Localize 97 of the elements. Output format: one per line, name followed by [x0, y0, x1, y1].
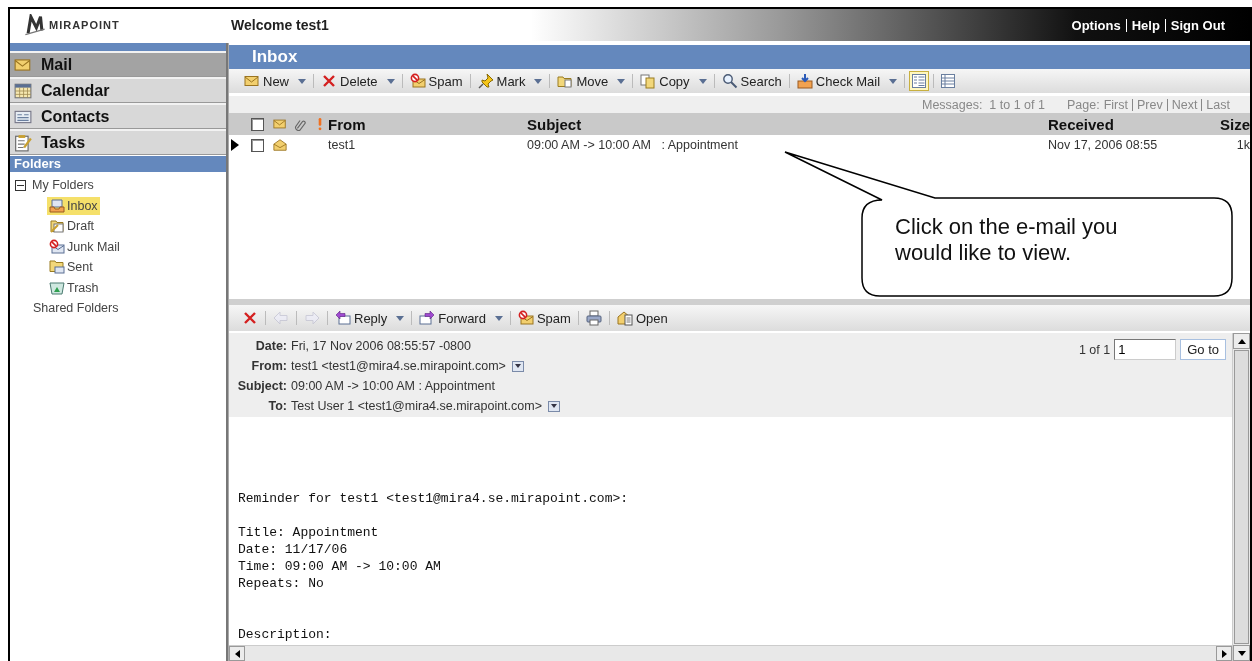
- view-toggle[interactable]: [909, 71, 930, 91]
- open-envelope-icon: [616, 310, 633, 326]
- toolbar-button[interactable]: Search: [718, 71, 785, 91]
- prohibited-envelope-icon: [517, 310, 534, 326]
- toolbar-button[interactable]: New: [241, 71, 309, 91]
- delete-icon: [321, 73, 337, 89]
- table-cell-text: Nov 17, 2006 08:55: [1048, 138, 1159, 152]
- page-position: 1 of 1: [1078, 342, 1111, 357]
- caret-icon: [298, 78, 306, 84]
- envelope-arrow-icon: [419, 310, 436, 326]
- nav-item[interactable]: Mail: [10, 51, 226, 77]
- clipboard-icon: [14, 133, 32, 152]
- folder-item[interactable]: Sent: [47, 258, 95, 277]
- toolbar-button[interactable]: Copy: [637, 71, 710, 91]
- caret-icon: [494, 315, 503, 321]
- callout-text: Click on the e-mail you would like to view.: [895, 214, 1119, 266]
- envelope-icon: [244, 73, 260, 89]
- folder-group-label[interactable]: Shared Folders: [33, 301, 119, 316]
- bin-icon: [49, 279, 65, 296]
- column-header[interactable]: From: [328, 115, 527, 133]
- toolbar-button[interactable]: Spam: [514, 308, 574, 328]
- folder-group-label[interactable]: My Folders: [32, 178, 94, 193]
- prohibited-envelope-icon: [49, 238, 65, 255]
- toolbar-button[interactable]: Reply: [332, 308, 408, 328]
- toolbar-button[interactable]: Forward: [416, 308, 506, 328]
- pencil-folder-icon: [49, 218, 65, 235]
- toolbar-button[interactable]: Delete: [318, 71, 398, 91]
- documents-icon: [640, 73, 657, 89]
- folder-icon: [557, 73, 574, 89]
- header-label: Date:: [254, 339, 287, 353]
- header-link[interactable]: Sign Out: [1164, 18, 1230, 32]
- header-value: Test User 1 <test1@mira4.se.mirapoint.com>: [291, 399, 542, 413]
- preview-pane-icon: [911, 73, 928, 89]
- delete-icon: [242, 310, 258, 326]
- toolbar-button[interactable]: Open: [613, 308, 671, 328]
- search-icon: [721, 73, 738, 89]
- left-arrow-icon: [273, 310, 289, 326]
- toolbar-button[interactable]: Mark: [474, 71, 546, 91]
- header-value: test1 <test1@mira4.se.mirapoint.com>: [291, 359, 506, 373]
- collapse-toggle[interactable]: [15, 179, 26, 191]
- toolbar-button[interactable]: Move: [554, 71, 629, 91]
- table-cell: 09:00 AM -> 10:00 AM : Appointment: [527, 138, 738, 152]
- header-label: From:: [250, 359, 287, 373]
- header-link[interactable]: Options: [1066, 18, 1126, 32]
- caret-icon: [698, 78, 707, 84]
- folder-item[interactable]: Draft: [47, 217, 97, 236]
- folder-item[interactable]: Inbox: [47, 196, 100, 215]
- toolbar-button[interactable]: Check Mail: [793, 71, 901, 91]
- caret-icon: [889, 78, 898, 84]
- tray-arrow-icon: [796, 73, 813, 89]
- header-link[interactable]: Help: [1125, 18, 1165, 32]
- folders-header: Folders: [10, 156, 226, 172]
- pager-label: Page:: [1066, 97, 1100, 112]
- folder-item[interactable]: Trash: [47, 278, 101, 297]
- prohibited-envelope-icon: [409, 73, 426, 89]
- dropdown-icon[interactable]: [511, 360, 524, 372]
- caret-icon: [617, 78, 626, 84]
- vertical-scrollbar[interactable]: [1232, 333, 1250, 661]
- open-envelope-icon: [273, 138, 287, 152]
- envelope-arrow-icon: [335, 310, 351, 326]
- header-value: 09:00 AM -> 10:00 AM : Appointment: [291, 379, 495, 393]
- column-header[interactable]: Subject: [527, 115, 1048, 133]
- message-count: Messages: 1 to 1 of 1: [921, 97, 1045, 112]
- caret-icon: [534, 78, 543, 84]
- tray-icon: [49, 197, 65, 214]
- logo-icon: [24, 14, 46, 36]
- right-arrow-icon: [304, 310, 320, 326]
- table-cell: 1k: [1236, 138, 1250, 152]
- page-field[interactable]: 1: [1114, 339, 1177, 360]
- pane-title: Inbox: [229, 45, 1250, 69]
- envelope-icon: [273, 117, 287, 131]
- calendar-icon: [14, 81, 32, 100]
- header-label: To:: [267, 399, 287, 413]
- welcome-text: Welcome test1: [231, 17, 329, 33]
- folder-item[interactable]: Junk Mail: [47, 237, 122, 256]
- folder-envelope-icon: [49, 259, 65, 276]
- caret-icon: [396, 315, 405, 321]
- list-view-icon: [940, 73, 957, 89]
- table-cell-text: test1: [328, 138, 357, 152]
- nav-item[interactable]: Contacts: [10, 103, 226, 129]
- row-checkbox[interactable]: [251, 138, 264, 152]
- nav-item[interactable]: Calendar: [10, 77, 226, 103]
- nav-item[interactable]: Tasks: [10, 129, 226, 155]
- dropdown-icon[interactable]: [548, 400, 560, 412]
- caret-icon: [386, 78, 395, 84]
- select-all-checkbox[interactable]: [251, 117, 264, 131]
- header-value: Fri, 17 Nov 2006 08:55:57 -0800: [291, 339, 471, 353]
- column-header[interactable]: Received: [1048, 115, 1202, 133]
- printer-icon: [585, 310, 602, 326]
- header-label: Subject:: [236, 379, 287, 393]
- pin-icon: [477, 73, 494, 89]
- column-header[interactable]: Size: [1202, 115, 1250, 133]
- logo-text: MIRAPOINT: [49, 19, 120, 31]
- toolbar-button[interactable]: Spam: [406, 71, 466, 91]
- horizontal-scrollbar[interactable]: [229, 645, 1232, 661]
- go-to-button[interactable]: Go to: [1180, 339, 1226, 360]
- paperclip-icon: [293, 117, 307, 131]
